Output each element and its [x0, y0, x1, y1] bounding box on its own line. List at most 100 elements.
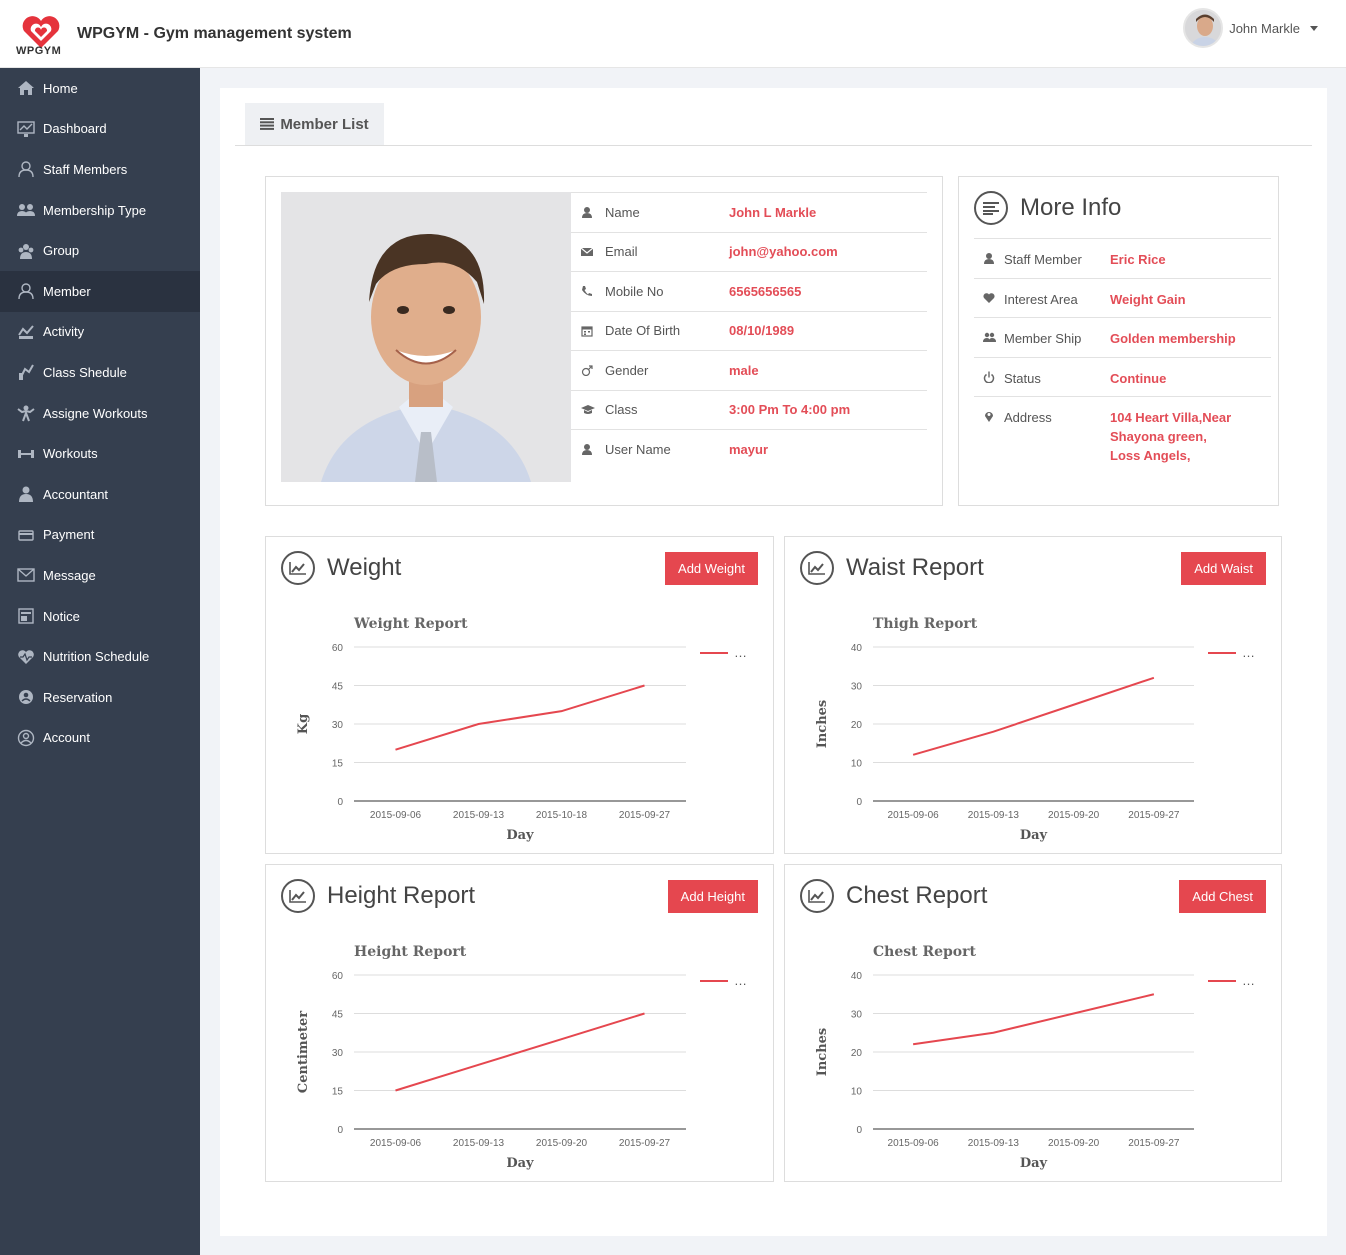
- more-info-label: Status: [1004, 370, 1041, 386]
- sidebar-item-label: Account: [43, 730, 90, 746]
- chart-title: Height Report: [354, 944, 467, 960]
- sidebar-item-payment[interactable]: Payment: [0, 515, 200, 556]
- sidebar-item-member[interactable]: Member: [0, 270, 200, 312]
- sidebar-item-message[interactable]: Message: [0, 555, 200, 596]
- sidebar-item-group[interactable]: Group: [0, 230, 200, 271]
- y-tick-label: 10: [851, 759, 863, 770]
- avatar: [1183, 8, 1224, 48]
- sidebar-item-accountant[interactable]: Accountant: [0, 474, 200, 515]
- y-tick-label: 0: [337, 797, 343, 808]
- x-tick-label: 2015-09-13: [968, 1138, 1020, 1149]
- legend-label: …: [1242, 973, 1255, 988]
- y-tick-label: 30: [851, 682, 863, 693]
- sidebar-item-staff-members[interactable]: Staff Members: [0, 149, 200, 190]
- sidebar-item-dashboard[interactable]: Dashboard: [0, 109, 200, 150]
- member-icon: [16, 282, 36, 300]
- user-icon: [571, 206, 605, 219]
- x-axis-label: Day: [1020, 1156, 1048, 1171]
- more-info-row: Interest Area Weight Gain: [974, 277, 1271, 318]
- sidebar-item-activity[interactable]: Activity: [0, 312, 200, 353]
- y-axis-label: Inches: [815, 700, 830, 749]
- chest-panel: Chest Report Add Chest Chest Report 0 10 20…: [784, 864, 1282, 1182]
- info-row: Date Of Birth 08/10/1989: [571, 310, 927, 351]
- legend-label: …: [734, 973, 747, 988]
- thigh-chart: Thigh Report 0 10 20 30 40 2015-09-06 2015-09-1…: [815, 616, 1255, 843]
- more-info-value: Eric Rice: [1110, 252, 1166, 267]
- info-row: Email john@yahoo.com: [571, 231, 927, 272]
- assign-workout-icon: [16, 404, 36, 422]
- tab-member-list[interactable]: Member List: [245, 103, 384, 145]
- more-info-row: Member Ship Golden membership: [974, 317, 1271, 357]
- sidebar-item-class-shedule[interactable]: Class Shedule: [0, 352, 200, 393]
- x-tick-label: 2015-09-06: [370, 810, 422, 821]
- sidebar-item-membership-type[interactable]: Membership Type: [0, 190, 200, 231]
- info-label: Email: [605, 244, 638, 260]
- y-tick-label: 60: [332, 643, 344, 654]
- more-info-title: More Info: [1020, 194, 1122, 221]
- more-info-label: Staff Member: [1004, 252, 1082, 267]
- sidebar-item-label: Reservation: [43, 689, 113, 705]
- male-icon: [571, 364, 605, 377]
- y-tick-label: 15: [332, 759, 344, 770]
- info-row: User Name mayur: [571, 429, 927, 469]
- info-label: User Name: [605, 441, 671, 457]
- more-info-label: Member Ship: [1004, 331, 1082, 346]
- sidebar-item-label: Nutrition Schedule: [43, 649, 150, 665]
- notice-icon: [16, 607, 36, 625]
- y-tick-label: 10: [851, 1087, 863, 1098]
- more-info-label: Address: [1004, 410, 1052, 425]
- x-tick-label: 2015-09-13: [968, 810, 1020, 821]
- dashboard-icon: [16, 120, 36, 138]
- tab-bar: Member List: [235, 103, 1312, 146]
- x-tick-label: 2015-09-06: [888, 810, 940, 821]
- y-axis-label: Centimeter: [296, 1011, 311, 1093]
- waist-panel: Waist Report Add Waist Thigh Report 0 10 20…: [784, 536, 1282, 854]
- membership-icon: [16, 201, 36, 219]
- y-tick-label: 30: [332, 720, 344, 731]
- info-label: Name: [605, 204, 640, 220]
- sidebar-item-assigne-workouts[interactable]: Assigne Workouts: [0, 393, 200, 434]
- info-value: mayur: [729, 441, 769, 457]
- main-content: Member List Name John L Markle Email john@y…: [220, 88, 1327, 1236]
- height-panel: Height Report Add Height Height Report 0 1…: [265, 864, 774, 1182]
- info-row: Mobile No 6565656565: [571, 271, 927, 311]
- sidebar-item-label: Membership Type: [43, 202, 147, 218]
- users-icon: [974, 331, 1004, 343]
- y-tick-label: 20: [851, 1048, 863, 1059]
- sidebar-item-account[interactable]: Account: [0, 718, 200, 759]
- member-info-table: Name John L Markle Email john@yahoo.com Mobi…: [571, 192, 927, 469]
- calendar-icon: [571, 325, 605, 337]
- more-info-header: More Info: [974, 191, 1121, 225]
- y-tick-label: 40: [851, 971, 863, 982]
- info-value: John L Markle: [729, 204, 817, 220]
- top-bar: WPGYM WPGYM - Gym management system John…: [0, 0, 1346, 68]
- sidebar-item-home[interactable]: Home: [0, 68, 200, 109]
- y-tick-label: 45: [332, 1010, 344, 1021]
- info-label: Date Of Birth: [605, 323, 681, 339]
- sidebar-item-label: Dashboard: [43, 121, 107, 137]
- sidebar-item-label: Assigne Workouts: [43, 405, 148, 421]
- x-axis-label: Day: [1020, 828, 1048, 843]
- user-icon: [571, 443, 605, 456]
- sidebar-item-label: Workouts: [43, 446, 98, 462]
- chart-title: Weight Report: [353, 616, 468, 632]
- list-icon: [260, 118, 275, 130]
- info-value: male: [729, 362, 759, 378]
- sidebar-item-workouts[interactable]: Workouts: [0, 433, 200, 474]
- sidebar-item-label: Home: [43, 80, 78, 96]
- sidebar-item-label: Staff Members: [43, 161, 128, 177]
- sidebar-item-label: Payment: [43, 527, 95, 543]
- sidebar-item-reservation[interactable]: Reservation: [0, 677, 200, 718]
- sidebar-item-notice[interactable]: Notice: [0, 596, 200, 637]
- home-icon: [16, 79, 36, 97]
- sidebar-item-nutrition-schedule[interactable]: Nutrition Schedule: [0, 636, 200, 677]
- user-menu[interactable]: John Markle: [1183, 8, 1318, 48]
- logo-text: WPGYM: [16, 45, 62, 57]
- x-tick-label: 2015-09-06: [370, 1138, 422, 1149]
- phone-icon: [571, 285, 605, 297]
- envelope-icon: [571, 246, 605, 258]
- info-row: Gender male: [571, 350, 927, 390]
- y-axis-label: Inches: [815, 1028, 830, 1077]
- x-tick-label: 2015-10-18: [536, 810, 588, 821]
- payment-icon: [16, 526, 36, 544]
